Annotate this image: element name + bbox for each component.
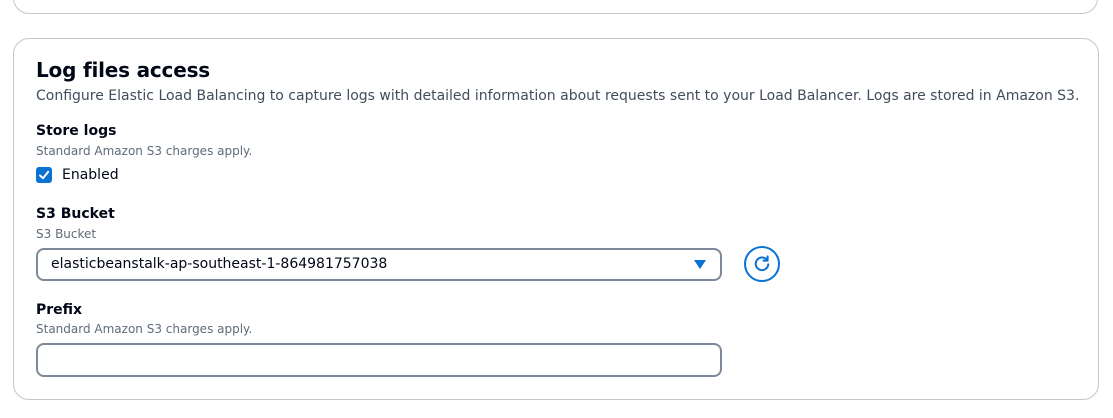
log-files-access-panel: Log files access Configure Elastic Load … bbox=[13, 38, 1099, 400]
s3-bucket-select[interactable]: elasticbeanstalk-ap-southeast-1-86498175… bbox=[36, 248, 722, 281]
prefix-hint: Standard Amazon S3 charges apply. bbox=[36, 322, 253, 336]
store-logs-label: Store logs bbox=[36, 123, 117, 139]
s3-bucket-label: S3 Bucket bbox=[36, 206, 115, 222]
section-title: Log files access bbox=[36, 58, 210, 82]
previous-section-panel bbox=[13, 0, 1098, 14]
caret-down-icon bbox=[694, 260, 706, 269]
checkbox-checked[interactable] bbox=[36, 167, 52, 183]
prefix-label: Prefix bbox=[36, 302, 83, 318]
s3-bucket-selected-value: elasticbeanstalk-ap-southeast-1-86498175… bbox=[51, 256, 388, 272]
store-logs-hint: Standard Amazon S3 charges apply. bbox=[36, 144, 253, 158]
prefix-input[interactable] bbox=[36, 343, 722, 377]
s3-bucket-hint: S3 Bucket bbox=[36, 227, 97, 241]
section-description: Configure Elastic Load Balancing to capt… bbox=[36, 88, 1080, 104]
checkbox-label: Enabled bbox=[62, 167, 119, 183]
refresh-button[interactable] bbox=[744, 246, 780, 282]
check-icon bbox=[39, 170, 50, 180]
refresh-icon bbox=[754, 255, 770, 272]
store-logs-enabled-checkbox[interactable]: Enabled bbox=[36, 166, 119, 184]
